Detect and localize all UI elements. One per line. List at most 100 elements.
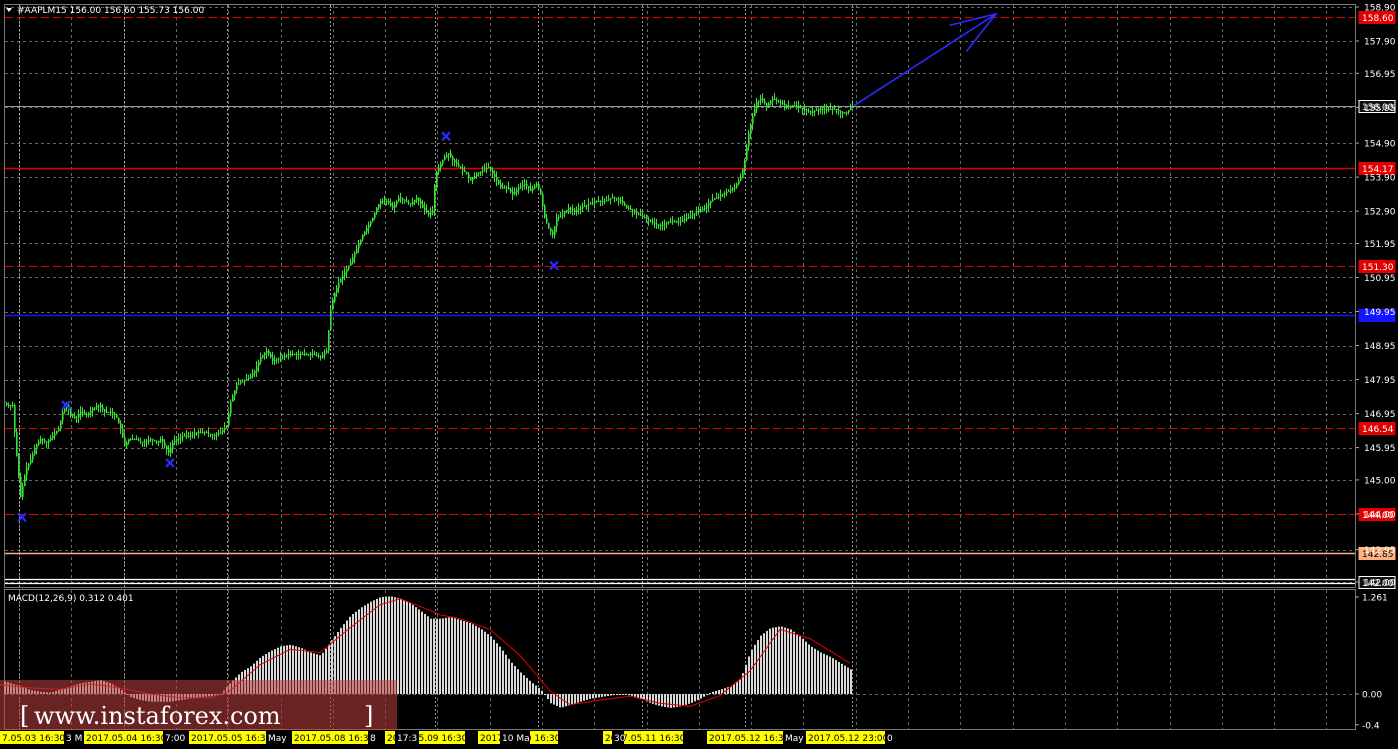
candle-body [798,106,800,108]
candle-body [656,223,658,225]
price-axis-label: 148.95 [1364,342,1396,352]
candle-body [606,200,608,202]
candle-body [692,214,694,216]
candle-body [392,205,394,208]
candle-body [574,210,576,212]
macd-histogram-bar [814,648,816,694]
candle-body [112,411,114,414]
macd-histogram-bar [844,665,846,694]
macd-histogram-bar [799,636,801,694]
candle-body [810,111,812,113]
price-axis-label: 145.95 [1364,444,1396,454]
candle-body [584,206,586,208]
candle-body [758,100,760,103]
candle-body [782,103,784,105]
candle-body [254,371,256,374]
macd-histogram-bar [475,625,477,694]
candle-body [216,433,218,435]
macd-histogram-bar [430,618,432,694]
candle-body [426,210,428,213]
macd-histogram-bar [781,626,783,694]
candle-body [844,112,846,114]
macd-histogram-bar [691,694,693,703]
candle-body [58,428,60,432]
candle-body [328,330,330,351]
candle-body [468,173,470,178]
candle-body [828,109,830,111]
candle-body [586,205,588,207]
candle-body [100,405,102,408]
price-axis-label: 154.90 [1364,140,1396,150]
candle-body [376,207,378,213]
candle-body [362,234,364,240]
candle-body [400,197,402,199]
candle-body [50,437,52,441]
macd-histogram-bar [487,634,489,694]
candle-body [560,215,562,217]
macd-histogram-bar [544,694,546,695]
candle-body [476,173,478,176]
candle-body [464,170,466,173]
candle-body [448,153,450,156]
candle-body [28,463,30,468]
candle-body [290,354,292,356]
candle-body [474,175,476,179]
macd-histogram-bar [511,662,513,694]
candle-body [398,197,400,201]
candle-body [280,357,282,359]
macd-histogram-bar [571,694,573,705]
macd-histogram-bar [787,628,789,694]
time-axis-label: 7.05.03 16:30 [2,734,65,744]
candle-body [430,212,432,215]
candle-body [722,194,724,196]
candle-body [380,200,382,205]
candle-body [680,221,682,223]
candle-body [82,411,84,414]
candle-body [616,198,618,200]
macd-histogram-bar [682,694,684,706]
candle-body [206,432,208,434]
candle-body [690,215,692,217]
candle-body [338,282,340,288]
candle-body [580,207,582,209]
candle-body [456,162,458,165]
candle-body [496,177,498,181]
candle-body [296,354,298,356]
candle-body [470,177,472,181]
candle-body [778,101,780,103]
candle-body [494,173,496,178]
price-axis-label: 147.95 [1364,376,1396,386]
candle-body [770,101,772,104]
candle-body [98,405,100,407]
candle-body [132,439,134,441]
macd-histogram-bar [610,694,612,696]
candle-body [774,98,776,100]
candle-body [502,187,504,189]
candle-body [486,168,488,170]
candle-body [544,206,546,218]
candle-body [662,224,664,226]
macd-histogram-bar [628,694,630,696]
candle-body [352,257,354,263]
candle-body [602,200,604,202]
candle-body [18,456,20,477]
price-axis-label: 145.00 [1364,476,1396,486]
macd-histogram-bar [535,685,537,694]
macd-histogram-bar [415,607,417,694]
candle-body [668,221,670,223]
price-axis-label: 149.95 [1364,308,1396,318]
candle-body [220,432,222,434]
macd-histogram-bar [745,664,747,694]
candle-body [86,414,88,416]
candle-body [760,98,762,101]
time-axis-label: 0 [887,734,893,744]
macd-histogram-bar [832,658,834,694]
candle-body [52,435,54,438]
macd-histogram-bar [451,617,453,694]
candle-body [370,221,372,225]
candle-body [484,169,486,171]
candle-body [424,207,426,211]
macd-histogram-bar [484,631,486,694]
candle-body [666,222,668,224]
candle-body [382,200,384,202]
